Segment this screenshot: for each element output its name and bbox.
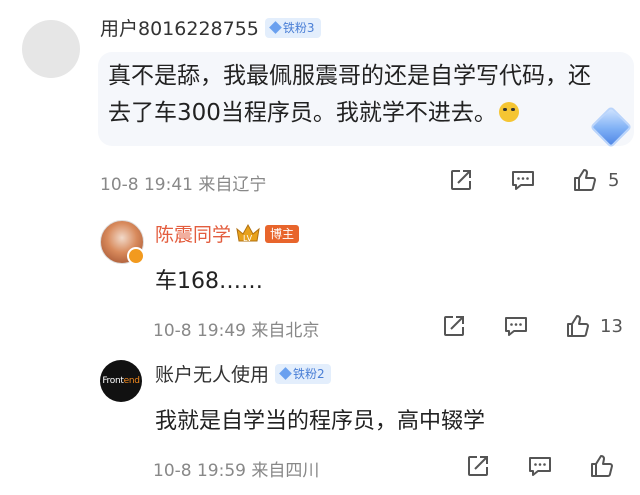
comment-meta: 10-8 19:41 来自辽宁 <box>100 170 266 195</box>
reply-meta: 10-8 19:59 来自四川 <box>153 456 319 481</box>
fan-badge-label: 铁粉2 <box>293 367 325 381</box>
reply-time: 10-8 19:59 <box>153 461 246 481</box>
diamond-icon <box>279 367 292 380</box>
laughing-emoji-icon <box>498 102 519 122</box>
share-icon <box>451 170 471 190</box>
comment-button[interactable] <box>527 453 553 479</box>
like-button[interactable] <box>565 313 591 339</box>
reply-username[interactable]: 账户无人使用 <box>155 360 269 387</box>
fan-badge: 铁粉3 <box>264 17 321 38</box>
diamond-icon <box>269 21 282 34</box>
like-count: 5 <box>608 170 620 191</box>
thumbs-up-icon <box>591 455 613 477</box>
comment-text-content: 真不是舔，我最佩服震哥的还是自学写代码，还去了车300当程序员。我就学不进去。 <box>108 63 591 126</box>
comment-location: 来自辽宁 <box>198 175 267 195</box>
comment-time: 10-8 19:41 <box>100 175 193 195</box>
share-icon <box>468 456 488 476</box>
reply-header: 账户无人使用 铁粉2 <box>155 360 331 387</box>
verified-icon <box>127 247 145 265</box>
like-count: 13 <box>600 316 623 337</box>
avatar[interactable]: Front end <box>100 360 142 402</box>
fan-badge: 铁粉2 <box>275 363 331 384</box>
thumbs-up-icon <box>567 315 589 337</box>
avatar[interactable] <box>22 20 80 78</box>
share-button[interactable] <box>448 167 474 193</box>
like-button[interactable] <box>589 453 615 479</box>
share-button[interactable] <box>441 313 467 339</box>
comment-text: 真不是舔，我最佩服震哥的还是自学写代码，还去了车300当程序员。我就学不进去。 <box>108 58 608 132</box>
comment-icon <box>529 457 551 476</box>
reply-header: 陈震同学 LV 博主 <box>155 220 300 247</box>
avatar-text: Front <box>102 376 124 386</box>
like-button[interactable] <box>572 167 598 193</box>
reply-text: 我就是自学当的程序员，高中辍学 <box>155 409 486 434</box>
reply-meta: 10-8 19:49 来自北京 <box>153 316 319 341</box>
share-icon <box>444 316 464 336</box>
username[interactable]: 用户8016228755 <box>100 14 259 41</box>
reply-text: 车168…… <box>155 269 263 294</box>
crown-icon: LV <box>236 223 260 243</box>
comment-icon <box>505 317 527 336</box>
svg-text:LV: LV <box>243 234 253 243</box>
thumbs-up-icon <box>574 169 596 191</box>
reply-location: 来自四川 <box>251 461 320 481</box>
reply-time: 10-8 19:49 <box>153 321 246 341</box>
fan-badge-label: 铁粉3 <box>282 21 315 35</box>
comment-button[interactable] <box>510 167 536 193</box>
reply-username[interactable]: 陈震同学 <box>155 220 231 247</box>
comment-icon <box>512 171 534 190</box>
share-button[interactable] <box>465 453 491 479</box>
author-badge: 博主 <box>265 224 300 243</box>
avatar-text-accent: end <box>123 376 140 386</box>
comment-button[interactable] <box>503 313 529 339</box>
comment-header: 用户8016228755 铁粉3 <box>100 14 321 41</box>
avatar[interactable] <box>100 220 145 265</box>
reply-location: 来自北京 <box>251 321 320 341</box>
